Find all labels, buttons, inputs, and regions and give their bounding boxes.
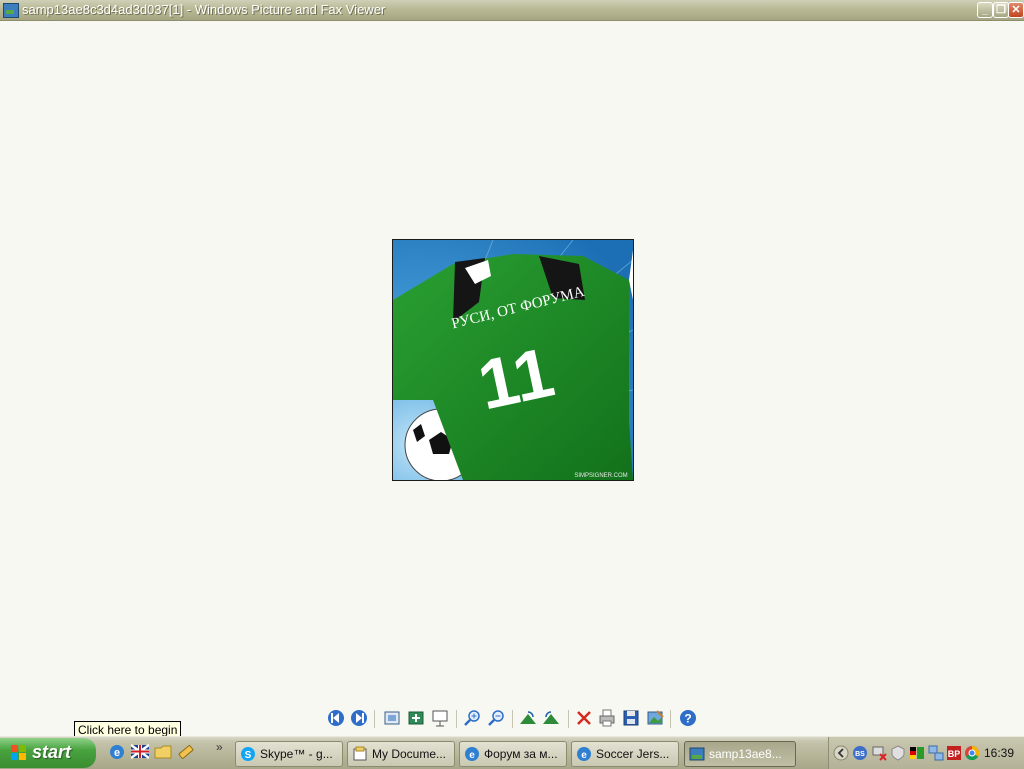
svg-text:e: e (581, 750, 587, 761)
taskbar-item-forum[interactable]: e Форум за м... (459, 741, 567, 767)
zoom-in-button[interactable] (462, 708, 482, 728)
zoom-out-button[interactable] (486, 708, 506, 728)
slideshow-button[interactable] (430, 708, 450, 728)
rotate-clockwise-icon (520, 711, 536, 724)
documents-icon (353, 746, 367, 761)
taskbar-item-my-documents[interactable]: My Docume... (347, 741, 455, 767)
rotate-counterclockwise-button[interactable] (541, 708, 561, 728)
pencil-icon[interactable] (177, 743, 195, 761)
restore-button[interactable]: ❐ (993, 2, 1009, 18)
quick-launch-more-button[interactable]: » (216, 740, 223, 754)
next-icon (351, 710, 367, 726)
taskbar-item-label: samp13ae8... (709, 747, 782, 761)
help-button[interactable]: ? (678, 708, 698, 728)
skype-icon: S (241, 747, 255, 761)
svg-text:S: S (245, 750, 252, 761)
svg-text:e: e (114, 747, 120, 759)
svg-text:BP: BP (948, 749, 961, 759)
delete-icon (577, 711, 591, 725)
clock: 16:39 (984, 746, 1015, 760)
actual-size-button[interactable] (406, 708, 426, 728)
minimize-button[interactable]: _ (977, 2, 993, 18)
actual-size-icon (408, 711, 424, 725)
network-icon[interactable] (928, 745, 944, 761)
zoom-out-icon (488, 710, 504, 726)
svg-text:BS: BS (855, 751, 865, 758)
bs-icon[interactable]: BS (852, 745, 868, 761)
previous-icon (328, 710, 344, 726)
start-label: start (32, 742, 72, 762)
start-button[interactable]: start (0, 738, 96, 768)
rotate-clockwise-button[interactable] (518, 708, 538, 728)
close-icon: ✕ (1011, 4, 1021, 16)
language-flag-icon[interactable] (131, 743, 149, 761)
save-button[interactable] (621, 708, 641, 728)
minimize-icon: _ (981, 4, 989, 16)
taskbar-item-label: My Docume... (372, 747, 447, 761)
toolbar-separator (670, 710, 671, 728)
bp-icon[interactable]: BP (946, 745, 962, 761)
print-icon (599, 709, 615, 727)
taskbar-item-skype[interactable]: S Skype™ - g... (235, 741, 343, 767)
help-icon: ? (680, 710, 696, 726)
taskbar-item-label: Skype™ - g... (260, 747, 333, 761)
german-flag-icon[interactable] (909, 745, 925, 761)
delete-button[interactable] (574, 708, 594, 728)
chrome-icon[interactable] (964, 745, 980, 761)
best-fit-icon (384, 711, 400, 725)
network-error-icon[interactable] (871, 745, 887, 761)
shield-icon[interactable] (890, 745, 906, 761)
windows-logo-icon (11, 745, 26, 760)
taskbar-item-picture-viewer[interactable]: samp13ae8... (684, 741, 796, 767)
toolbar-separator (512, 710, 513, 728)
restore-icon: ❐ (996, 4, 1006, 16)
toolbar-separator (456, 710, 457, 728)
taskbar: start e » S Skype™ - g... My Docume... e… (0, 736, 1024, 769)
browser-icon: e (465, 747, 479, 761)
watermark-text: SIMPSIGNER.COM (574, 473, 627, 479)
next-image-button[interactable] (349, 708, 369, 728)
tray-expand-icon[interactable] (833, 745, 849, 761)
previous-image-button[interactable] (326, 708, 346, 728)
browser-icon: e (577, 747, 591, 761)
slideshow-icon (432, 710, 448, 727)
zoom-in-icon (464, 710, 480, 726)
picture-viewer-icon (3, 3, 19, 18)
toolbar-separator (374, 710, 375, 728)
print-button[interactable] (597, 708, 617, 728)
open-for-editing-button[interactable] (645, 708, 665, 728)
taskbar-item-label: Форум за м... (484, 747, 558, 761)
best-fit-button[interactable] (382, 708, 402, 728)
svg-text:?: ? (684, 712, 691, 726)
rotate-counterclockwise-icon (543, 711, 559, 724)
taskbar-item-soccer-jerseys[interactable]: e Soccer Jers... (571, 741, 679, 767)
close-button[interactable]: ✕ (1008, 2, 1024, 18)
system-tray: BS BP 16:39 (828, 737, 1024, 769)
edit-icon (647, 710, 664, 725)
window-title: samp13ae8c3d4ad3d037[1] - Windows Pictur… (22, 2, 386, 17)
picture-viewer-icon (689, 747, 705, 761)
toolbar-separator (568, 710, 569, 728)
displayed-image: РУСИ, ОТ ФОРУМА 11 SIMPSIGNER.COM (392, 239, 634, 481)
internet-explorer-icon[interactable]: e (108, 743, 126, 761)
folder-icon[interactable] (154, 743, 172, 761)
title-bar[interactable]: samp13ae8c3d4ad3d037[1] - Windows Pictur… (0, 0, 1024, 21)
taskbar-item-label: Soccer Jers... (596, 747, 670, 761)
save-icon (623, 710, 639, 726)
svg-text:e: e (469, 750, 475, 761)
